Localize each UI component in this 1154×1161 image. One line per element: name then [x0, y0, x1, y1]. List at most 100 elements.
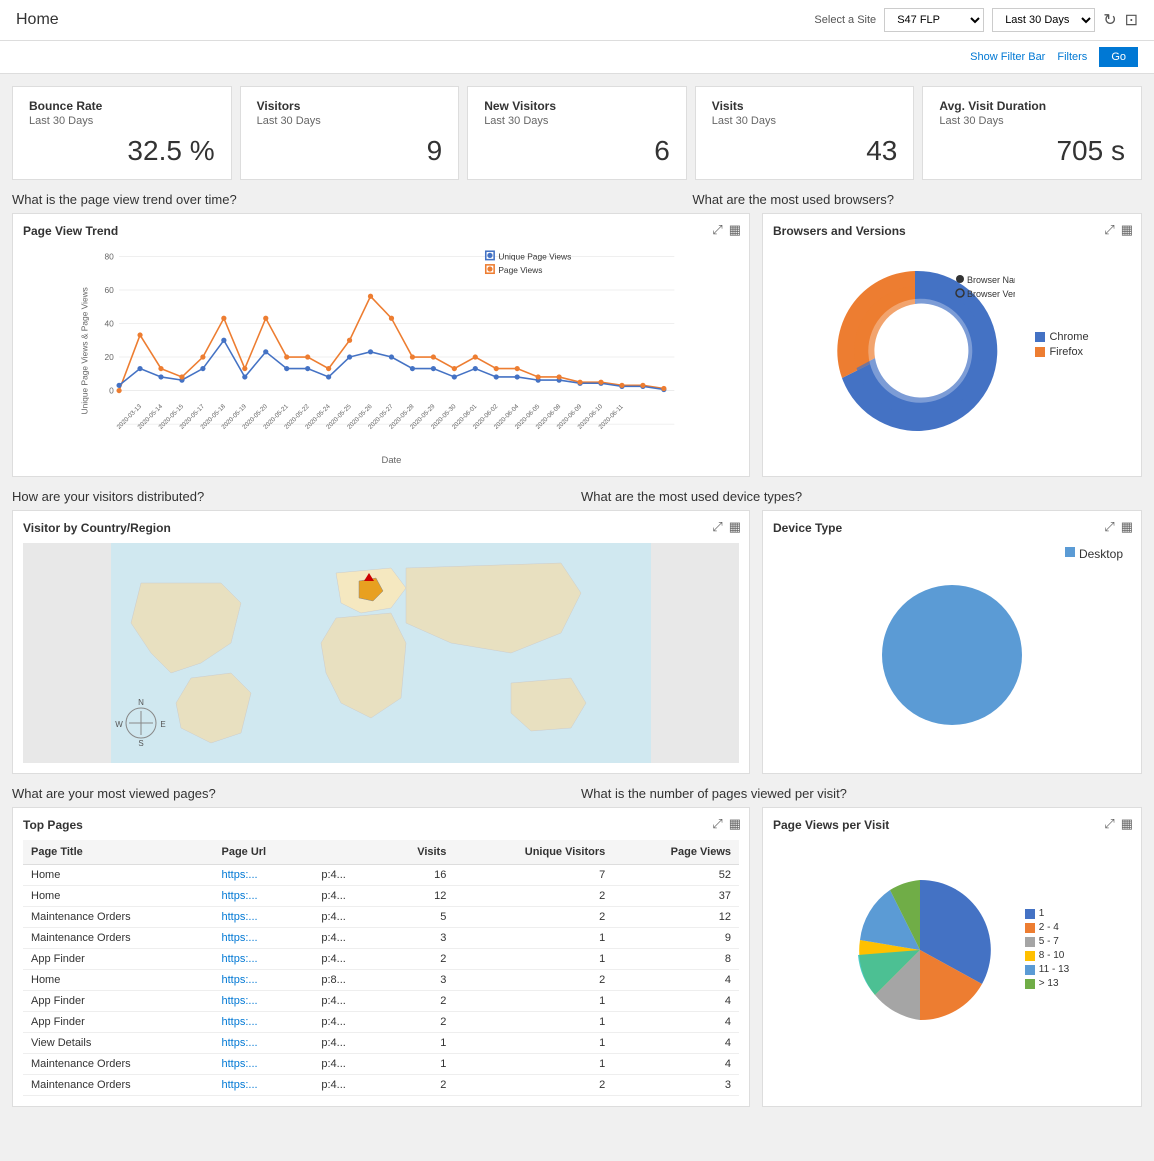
- device-type-icons: ⤢ ▦: [1104, 519, 1133, 535]
- visits-cell: 2: [380, 1075, 454, 1096]
- map-icons: ⤢ ▦: [712, 519, 741, 535]
- pvv-8-10-label: 8 - 10: [1039, 950, 1065, 961]
- pvv-expand-button[interactable]: ⤢: [1104, 816, 1114, 832]
- visits-cell: 12: [380, 886, 454, 907]
- col-param[interactable]: [313, 840, 380, 865]
- trend-bar-button[interactable]: ▦: [729, 222, 741, 238]
- filters-link[interactable]: Filters: [1057, 51, 1087, 63]
- pvv-panel: Page Views per Visit ⤢ ▦: [762, 807, 1142, 1107]
- svg-text:80: 80: [105, 252, 115, 262]
- browsers-donut-svg: Browser Name Browser Version: [815, 251, 1015, 441]
- svg-text:W: W: [115, 720, 123, 729]
- stat-card-visits: Visits Last 30 Days 43: [695, 86, 915, 180]
- site-select[interactable]: S47 FLP: [884, 8, 984, 32]
- page-url-cell[interactable]: https:...: [213, 907, 313, 928]
- stat-title: Visitors: [257, 99, 443, 113]
- col-page-title[interactable]: Page Title: [23, 840, 213, 865]
- page-url-cell[interactable]: https:...: [213, 1075, 313, 1096]
- col-page-url[interactable]: Page Url: [213, 840, 313, 865]
- most-viewed-question: What are your most viewed pages?: [12, 786, 573, 801]
- page-param-cell: p:4...: [313, 907, 380, 928]
- page-url-cell[interactable]: https:...: [213, 1012, 313, 1033]
- page-view-trend-panel: Page View Trend ⤢ ▦ 80 60 40: [12, 213, 750, 477]
- top-pages-expand-button[interactable]: ⤢: [712, 816, 722, 832]
- map-title: Visitor by Country/Region: [23, 521, 739, 535]
- page-url-cell[interactable]: https:...: [213, 949, 313, 970]
- stat-value: 6: [484, 135, 670, 167]
- col-pageviews[interactable]: Page Views: [613, 840, 739, 865]
- svg-text:40: 40: [105, 319, 115, 329]
- svg-text:Page Views: Page Views: [498, 265, 542, 275]
- col-unique[interactable]: Unique Visitors: [454, 840, 613, 865]
- device-bar-button[interactable]: ▦: [1121, 519, 1133, 535]
- unique-cell: 1: [454, 991, 613, 1012]
- page-url-cell[interactable]: https:...: [213, 886, 313, 907]
- top-pages-panel: Top Pages ⤢ ▦ Page Title Page Url Visits…: [12, 807, 750, 1107]
- period-select[interactable]: Last 30 Days: [992, 8, 1095, 32]
- page-url-cell[interactable]: https:...: [213, 970, 313, 991]
- pvv-legend: 1 2 - 4 5 - 7 8 - 10 11 - 13 > 13: [1025, 908, 1069, 992]
- pvv-bar-button[interactable]: ▦: [1121, 816, 1133, 832]
- page-title-cell: Maintenance Orders: [23, 907, 213, 928]
- stat-value: 9: [257, 135, 443, 167]
- filter-bar: Show Filter Bar Filters Go: [0, 41, 1154, 74]
- header: Home Select a Site S47 FLP Last 30 Days …: [0, 0, 1154, 41]
- stat-subtitle: Last 30 Days: [939, 115, 1125, 127]
- device-expand-button[interactable]: ⤢: [1104, 519, 1114, 535]
- trend-chart-title: Page View Trend: [23, 224, 739, 238]
- page-param-cell: p:4...: [313, 886, 380, 907]
- svg-text:Unique Page Views & Page Views: Unique Page Views & Page Views: [80, 287, 90, 414]
- pageviews-cell: 4: [613, 1012, 739, 1033]
- go-button[interactable]: Go: [1099, 47, 1138, 67]
- pageviews-cell: 12: [613, 907, 739, 928]
- map-expand-button[interactable]: ⤢: [712, 519, 722, 535]
- stat-subtitle: Last 30 Days: [29, 115, 215, 127]
- pvv-gt13-color: [1025, 979, 1035, 989]
- trend-expand-button[interactable]: ⤢: [712, 222, 722, 238]
- pageviews-cell: 8: [613, 949, 739, 970]
- browsers-panel: Browsers and Versions ⤢ ▦: [762, 213, 1142, 477]
- stat-card-new-visitors: New Visitors Last 30 Days 6: [467, 86, 687, 180]
- table-row: Maintenance Orders https:... p:4... 1 1 …: [23, 1054, 739, 1075]
- page-url-cell[interactable]: https:...: [213, 991, 313, 1012]
- screenshot-button[interactable]: ⊡: [1125, 10, 1138, 30]
- top-pages-icons: ⤢ ▦: [712, 816, 741, 832]
- visits-cell: 3: [380, 928, 454, 949]
- stat-value: 32.5 %: [29, 135, 215, 167]
- show-filter-bar-link[interactable]: Show Filter Bar: [970, 51, 1045, 63]
- pageviews-cell: 4: [613, 991, 739, 1012]
- pvv-11-13-color: [1025, 965, 1035, 975]
- stat-title: New Visitors: [484, 99, 670, 113]
- top-pages-table-container[interactable]: Page Title Page Url Visits Unique Visito…: [23, 840, 739, 1096]
- pages-per-visit-question: What is the number of pages viewed per v…: [581, 786, 1142, 801]
- page-url-cell[interactable]: https:...: [213, 1033, 313, 1054]
- browsers-expand-button[interactable]: ⤢: [1104, 222, 1114, 238]
- svg-text:E: E: [160, 720, 165, 729]
- unique-cell: 2: [454, 970, 613, 991]
- top-pages-bar-button[interactable]: ▦: [729, 816, 741, 832]
- svg-text:Browser Version: Browser Version: [967, 289, 1015, 299]
- stat-title: Bounce Rate: [29, 99, 215, 113]
- page-url-cell[interactable]: https:...: [213, 1054, 313, 1075]
- chrome-label: Chrome: [1049, 331, 1088, 343]
- pvv-icons: ⤢ ▦: [1104, 816, 1133, 832]
- page-url-cell[interactable]: https:...: [213, 865, 313, 886]
- device-type-question: What are the most used device types?: [581, 489, 1142, 504]
- device-type-panel: Device Type ⤢ ▦ Desktop: [762, 510, 1142, 774]
- visits-cell: 3: [380, 970, 454, 991]
- browsers-bar-button[interactable]: ▦: [1121, 222, 1133, 238]
- col-visits[interactable]: Visits: [380, 840, 454, 865]
- map-bar-button[interactable]: ▦: [729, 519, 741, 535]
- visits-cell: 2: [380, 949, 454, 970]
- firefox-legend-color: [1035, 347, 1045, 357]
- stat-subtitle: Last 30 Days: [484, 115, 670, 127]
- desktop-legend-label: Desktop: [1079, 547, 1123, 561]
- browsers-question: What are the most used browsers?: [692, 192, 894, 207]
- refresh-button[interactable]: ↻: [1103, 10, 1116, 30]
- top-pages-tbody: Home https:... p:4... 16 7 52 Home https…: [23, 865, 739, 1096]
- page-url-cell[interactable]: https:...: [213, 928, 313, 949]
- svg-text:60: 60: [105, 285, 115, 295]
- firefox-label: Firefox: [1049, 346, 1083, 358]
- svg-text:Date: Date: [382, 454, 402, 465]
- stat-subtitle: Last 30 Days: [712, 115, 898, 127]
